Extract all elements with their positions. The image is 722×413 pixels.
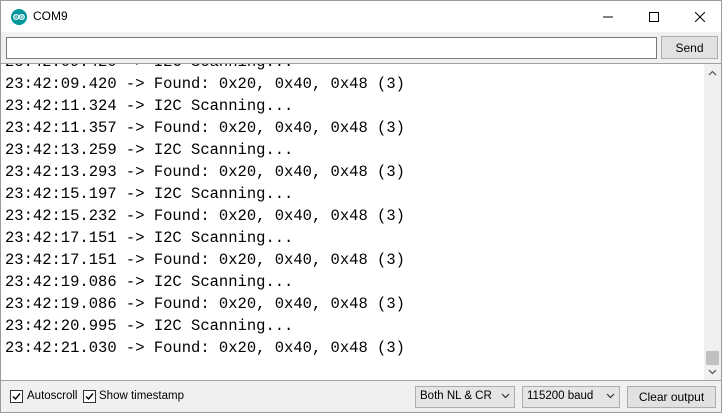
log-line: 23:42:15.232 -> Found: 0x20, 0x40, 0x48 … bbox=[5, 207, 405, 225]
checkmark-icon bbox=[85, 393, 94, 401]
title-bar[interactable]: COM9 bbox=[1, 1, 721, 32]
log-line: 23:42:21.030 -> Found: 0x20, 0x40, 0x48 … bbox=[5, 339, 405, 357]
baud-rate-value: 115200 baud bbox=[527, 390, 594, 402]
line-ending-select[interactable]: Both NL & CR bbox=[415, 386, 515, 408]
baud-rate-select[interactable]: 115200 baud bbox=[522, 386, 620, 408]
log-line: 23:42:13.259 -> I2C Scanning... bbox=[5, 141, 294, 159]
serial-monitor-window: COM9 Send 23:42:09.420 -> I2C Scanning..… bbox=[0, 0, 722, 413]
log-line: 23:42:19.086 -> Found: 0x20, 0x40, 0x48 … bbox=[5, 295, 405, 313]
close-icon bbox=[695, 11, 705, 22]
minimize-icon bbox=[603, 16, 613, 17]
send-input[interactable] bbox=[6, 37, 657, 59]
show-timestamp-label: Show timestamp bbox=[99, 390, 185, 402]
autoscroll-checkbox[interactable] bbox=[10, 390, 23, 403]
send-button[interactable]: Send bbox=[661, 36, 718, 59]
log-lines: 23:42:09.420 -> I2C Scanning... 23:42:09.… bbox=[5, 64, 405, 359]
minimize-button[interactable] bbox=[585, 1, 631, 32]
log-line: 23:42:17.151 -> Found: 0x20, 0x40, 0x48 … bbox=[5, 251, 405, 269]
line-ending-value: Both NL & CR bbox=[420, 390, 492, 402]
vertical-scrollbar[interactable] bbox=[704, 64, 721, 380]
maximize-icon bbox=[649, 11, 659, 22]
clear-output-button[interactable]: Clear output bbox=[627, 386, 716, 408]
log-line: 23:42:11.324 -> I2C Scanning... bbox=[5, 97, 294, 115]
chevron-down-icon bbox=[708, 369, 717, 374]
checkmark-icon bbox=[12, 393, 21, 401]
bottom-bar: Autoscroll Show timestamp Both NL & CR 1… bbox=[1, 382, 721, 412]
window-title: COM9 bbox=[33, 9, 68, 23]
scroll-down-arrow[interactable] bbox=[704, 363, 721, 380]
log-line: 23:42:09.420 -> I2C Scanning... bbox=[5, 64, 405, 73]
scroll-up-arrow[interactable] bbox=[704, 64, 721, 81]
arduino-icon bbox=[11, 9, 27, 25]
log-line: 23:42:15.197 -> I2C Scanning... bbox=[5, 185, 294, 203]
log-line: 23:42:20.995 -> I2C Scanning... bbox=[5, 317, 294, 335]
autoscroll-label: Autoscroll bbox=[27, 390, 78, 402]
log-line: 23:42:09.420 -> Found: 0x20, 0x40, 0x48 … bbox=[5, 75, 405, 93]
chevron-down-icon bbox=[501, 393, 510, 399]
maximize-button[interactable] bbox=[631, 1, 677, 32]
show-timestamp-checkbox[interactable] bbox=[83, 390, 96, 403]
close-button[interactable] bbox=[677, 1, 722, 32]
serial-output[interactable]: 23:42:09.420 -> I2C Scanning... 23:42:09.… bbox=[1, 63, 721, 381]
chevron-down-icon bbox=[606, 393, 615, 399]
log-line: 23:42:13.293 -> Found: 0x20, 0x40, 0x48 … bbox=[5, 163, 405, 181]
log-line: 23:42:17.151 -> I2C Scanning... bbox=[5, 229, 294, 247]
log-line: 23:42:19.086 -> I2C Scanning... bbox=[5, 273, 294, 291]
log-line: 23:42:11.357 -> Found: 0x20, 0x40, 0x48 … bbox=[5, 119, 405, 137]
chevron-up-icon bbox=[708, 70, 717, 75]
